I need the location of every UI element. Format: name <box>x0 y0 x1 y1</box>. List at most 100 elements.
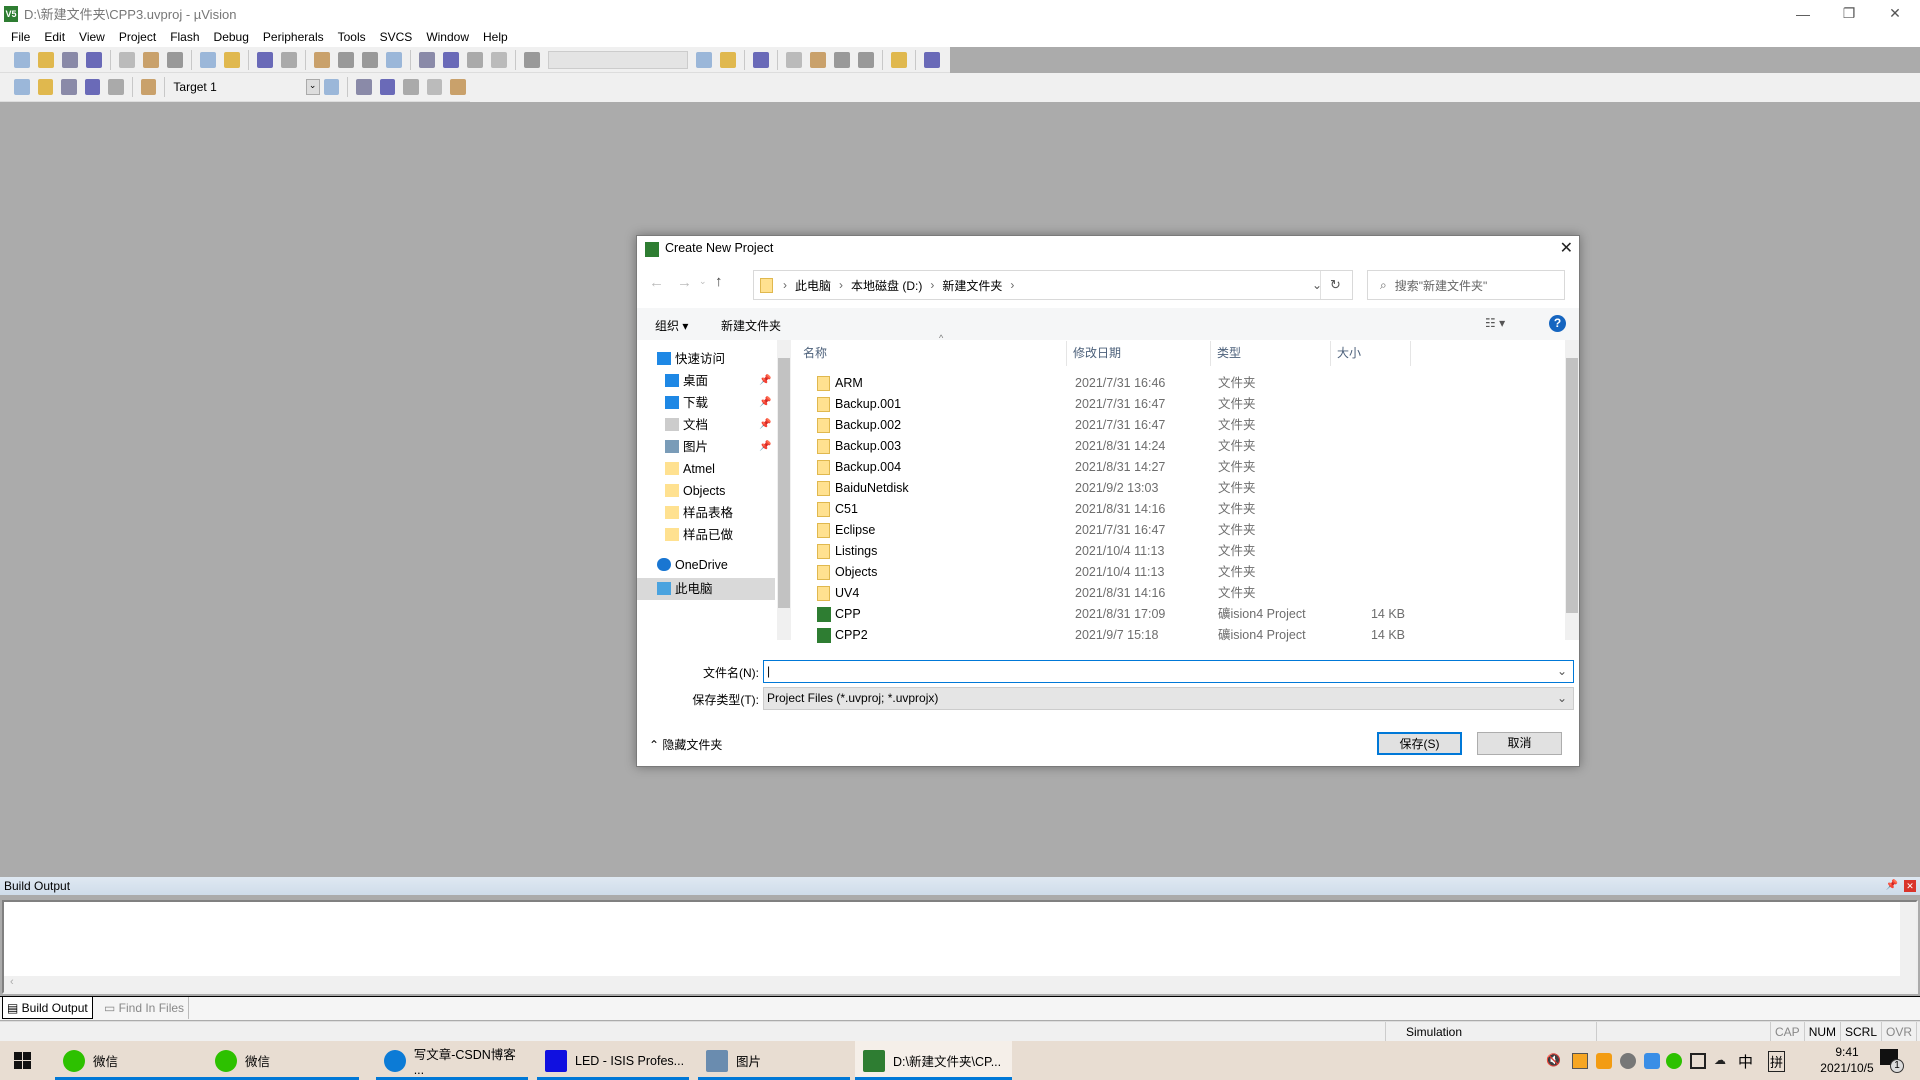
ime-pinyin[interactable]: 拼 <box>1768 1051 1786 1072</box>
ime-language[interactable]: 中 <box>1738 1051 1753 1072</box>
menu-file[interactable]: File <box>4 30 37 44</box>
menu-debug[interactable]: Debug <box>207 30 256 44</box>
clock[interactable]: 9:41 2021/10/5 <box>1812 1044 1882 1076</box>
cancel-button[interactable]: 取消 <box>1477 732 1562 755</box>
nav-scrollbar[interactable] <box>777 340 791 640</box>
file-row[interactable]: Backup.004 2021/8/31 14:27 文件夹 <box>797 457 1557 478</box>
file-row[interactable]: Backup.003 2021/8/31 14:24 文件夹 <box>797 436 1557 457</box>
find-icon[interactable] <box>696 51 712 68</box>
menu-view[interactable]: View <box>72 30 112 44</box>
app-tray-icon[interactable] <box>1572 1053 1588 1069</box>
file-row[interactable]: CPP2 2021/9/7 15:18 礦ision4 Project 14 KB <box>797 625 1557 646</box>
indent-icon[interactable] <box>419 51 435 68</box>
copy-icon[interactable] <box>143 51 159 68</box>
refresh-icon[interactable]: ↻ <box>1330 277 1341 293</box>
pin-icon[interactable]: 📌 <box>759 436 771 458</box>
nav-item[interactable]: 快速访问 <box>637 348 775 370</box>
unindent-icon[interactable] <box>443 51 459 68</box>
volume-muted-icon[interactable]: 🔇 <box>1546 1053 1562 1069</box>
view-options-icon[interactable]: ☷ ▾ <box>1485 316 1505 330</box>
clear-bookmarks-icon[interactable] <box>386 51 402 68</box>
help-icon[interactable]: ? <box>1549 315 1566 332</box>
save-button[interactable]: 保存(S) <box>1377 732 1462 755</box>
menu-help[interactable]: Help <box>476 30 515 44</box>
pin-icon[interactable]: 📌 <box>759 370 771 392</box>
menu-tools[interactable]: Tools <box>331 30 373 44</box>
manage-components-icon[interactable] <box>426 79 443 95</box>
nav-back-icon[interactable] <box>257 51 273 68</box>
file-row[interactable]: C51 2021/8/31 14:16 文件夹 <box>797 499 1557 520</box>
forward-arrow-icon[interactable]: → <box>677 274 692 291</box>
nav-item[interactable]: 样品表格 <box>637 502 775 524</box>
build-output-text[interactable]: ‹ <box>2 900 1918 994</box>
download-icon[interactable] <box>140 79 157 95</box>
file-row[interactable]: Objects 2021/10/4 11:13 文件夹 <box>797 562 1557 583</box>
taskbar-item[interactable]: 图片 <box>698 1041 850 1080</box>
file-row[interactable]: ARM 2021/7/31 16:46 文件夹 <box>797 373 1557 394</box>
prev-bookmark-icon[interactable] <box>338 51 354 68</box>
panel-close-icon[interactable]: ✕ <box>1904 880 1916 892</box>
windows-start-icon[interactable] <box>14 1052 31 1069</box>
file-row[interactable]: BaiduNetdisk 2021/9/2 13:03 文件夹 <box>797 478 1557 499</box>
debug-icon[interactable] <box>753 51 769 68</box>
incremental-find-icon[interactable] <box>720 51 736 68</box>
file-row[interactable]: Backup.002 2021/7/31 16:47 文件夹 <box>797 415 1557 436</box>
column-header[interactable]: 类型 <box>1211 341 1331 366</box>
breadcrumb-this-pc[interactable]: 此电脑 <box>795 277 831 294</box>
new-file-icon[interactable] <box>14 51 30 68</box>
taskbar-item[interactable]: LED - ISIS Profes... <box>537 1041 689 1080</box>
pack-installer-icon[interactable] <box>450 79 466 95</box>
taskbar-item[interactable]: 微信 <box>207 1041 359 1080</box>
target-options-icon[interactable] <box>323 79 340 95</box>
paste-icon[interactable] <box>167 51 183 68</box>
menu-edit[interactable]: Edit <box>37 30 72 44</box>
disable-breakpoint-icon[interactable] <box>810 51 826 68</box>
menu-window[interactable]: Window <box>419 30 476 44</box>
save-all-icon[interactable] <box>86 51 102 68</box>
build-icon[interactable] <box>37 79 54 95</box>
column-header[interactable]: 大小 <box>1331 341 1411 366</box>
batch-build-icon[interactable] <box>84 79 101 95</box>
restore-button[interactable]: ❐ <box>1826 0 1872 27</box>
kill-all-icon[interactable] <box>858 51 874 68</box>
organize-button[interactable]: 组织 ▾ <box>655 317 688 334</box>
rebuild-icon[interactable] <box>61 79 77 95</box>
onedrive-offline-icon[interactable]: ☁ <box>1714 1053 1730 1069</box>
recent-dropdown-icon[interactable]: ⌄ <box>699 276 707 287</box>
menu-peripherals[interactable]: Peripherals <box>256 30 331 44</box>
defender-icon[interactable] <box>1644 1053 1660 1069</box>
dialog-close-button[interactable]: ✕ <box>1560 238 1573 258</box>
taskbar-item[interactable]: 写文章-CSDN博客 ... <box>376 1041 528 1080</box>
taskbar-item[interactable]: 微信 <box>55 1041 207 1080</box>
filetype-select[interactable]: Project Files (*.uvproj; *.uvprojx) ⌄ <box>763 687 1574 710</box>
nav-item[interactable]: 桌面 📌 <box>637 370 775 392</box>
manage-project-icon[interactable] <box>356 79 372 95</box>
security-shield-icon[interactable] <box>1596 1053 1612 1069</box>
translate-icon[interactable] <box>14 79 30 95</box>
select-packs-icon[interactable] <box>403 79 419 95</box>
nav-item[interactable]: 样品已做 <box>637 524 775 546</box>
find-combo[interactable] <box>548 50 688 69</box>
breakpoint-icon[interactable] <box>786 51 802 68</box>
bookmark-icon[interactable] <box>314 51 330 68</box>
file-row[interactable]: UV4 2021/8/31 14:16 文件夹 <box>797 583 1557 604</box>
redo-icon[interactable] <box>224 51 240 68</box>
up-arrow-icon[interactable]: ↑ <box>715 273 723 290</box>
pin-icon[interactable]: 📌 <box>759 414 771 436</box>
file-row[interactable]: Listings 2021/10/4 11:13 文件夹 <box>797 541 1557 562</box>
close-button[interactable]: ✕ <box>1872 0 1918 27</box>
cut-icon[interactable] <box>119 51 135 68</box>
pin-icon[interactable]: 📌 <box>1886 877 1898 895</box>
column-header[interactable]: 名称 <box>797 341 1067 366</box>
kill-breakpoint-icon[interactable] <box>834 51 850 68</box>
nav-item[interactable]: Objects <box>637 480 775 502</box>
column-header[interactable]: 修改日期 <box>1067 341 1211 366</box>
window-layout-icon[interactable] <box>891 51 907 68</box>
stop-build-icon[interactable] <box>108 79 124 95</box>
minimize-button[interactable]: — <box>1780 0 1826 27</box>
nav-forward-icon[interactable] <box>281 51 297 68</box>
network-icon[interactable] <box>1690 1053 1706 1069</box>
file-extensions-icon[interactable] <box>379 79 396 95</box>
nav-item[interactable]: 此电脑 <box>637 578 775 600</box>
pin-icon[interactable]: 📌 <box>759 392 771 414</box>
